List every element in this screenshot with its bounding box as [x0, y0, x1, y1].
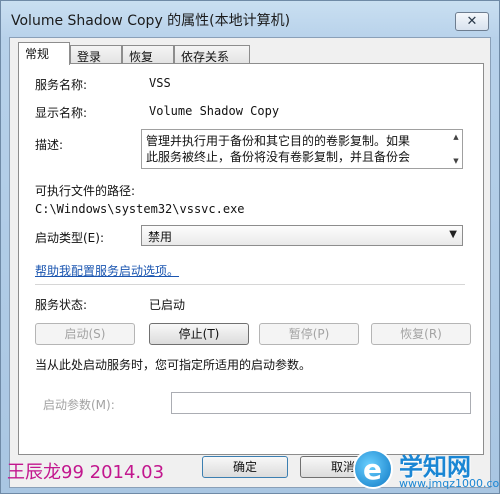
site-watermark: e 学知网 www.jmqz1000.com: [353, 447, 500, 493]
description-line-1: 管理并执行用于备份和其它目的的卷影复制。如果: [146, 134, 411, 148]
param-hint: 当从此处启动服务时，您可指定所适用的启动参数。: [35, 358, 312, 372]
stop-button[interactable]: 停止(T): [149, 323, 249, 345]
exe-path-label: 可执行文件的路径:: [35, 184, 136, 198]
description-text: 管理并执行用于备份和其它目的的卷影复制。如果 此服务被终止，备份将没有卷影复制，…: [146, 133, 446, 165]
resume-button[interactable]: 恢复(R): [371, 323, 471, 345]
close-icon: ✕: [466, 14, 478, 29]
start-params-input[interactable]: [171, 392, 471, 414]
help-link[interactable]: 帮助我配置服务启动选项。: [35, 262, 179, 279]
tab-dependencies[interactable]: 依存关系: [174, 45, 250, 64]
service-status-value: 已启动: [149, 298, 186, 312]
description-line-2: 此服务被终止，备份将没有卷影复制，并且备份会: [146, 150, 411, 164]
scroll-up-icon[interactable]: ▲: [451, 132, 461, 142]
title-bar[interactable]: Volume Shadow Copy 的属性(本地计算机) ✕: [1, 1, 499, 37]
window-title: Volume Shadow Copy 的属性(本地计算机): [11, 13, 291, 29]
scroll-down-icon[interactable]: ▼: [451, 156, 461, 166]
general-panel: 服务名称: VSS 显示名称: Volume Shadow Copy 描述: 管…: [18, 63, 484, 455]
properties-window: Volume Shadow Copy 的属性(本地计算机) ✕ 常规 登录 恢复…: [0, 0, 500, 494]
dialog-client: 常规 登录 恢复 依存关系 服务名称: VSS 显示名称: Volume Sha…: [9, 37, 491, 488]
service-name-value: VSS: [149, 76, 171, 90]
divider: [35, 284, 465, 285]
startup-type-select[interactable]: 禁用 ▼: [141, 225, 463, 246]
param-label: 启动参数(M):: [43, 398, 115, 412]
tab-general[interactable]: 常规: [18, 42, 70, 65]
tab-logon[interactable]: 登录: [70, 45, 122, 64]
exe-path-value: C:\Windows\system32\vssvc.exe: [35, 202, 245, 216]
pause-button[interactable]: 暂停(P): [259, 323, 359, 345]
watermark-url: www.jmqz1000.com: [399, 477, 500, 490]
ok-button[interactable]: 确定: [202, 456, 288, 478]
tab-recovery[interactable]: 恢复: [122, 45, 174, 64]
description-box[interactable]: 管理并执行用于备份和其它目的的卷影复制。如果 此服务被终止，备份将没有卷影复制，…: [141, 129, 463, 169]
author-signature: 王辰龙99 2014.03: [7, 462, 165, 483]
startup-type-label: 启动类型(E):: [35, 231, 104, 245]
display-name-label: 显示名称:: [35, 106, 88, 120]
watermark-logo-icon: e: [353, 449, 393, 489]
service-name-label: 服务名称:: [35, 78, 88, 92]
service-status-label: 服务状态:: [35, 298, 88, 312]
description-label: 描述:: [35, 138, 64, 152]
display-name-value: Volume Shadow Copy: [149, 104, 280, 118]
startup-type-value: 禁用: [148, 230, 173, 244]
start-button[interactable]: 启动(S): [35, 323, 135, 345]
description-scrollbar[interactable]: ▲ ▼: [450, 130, 462, 168]
close-button[interactable]: ✕: [455, 12, 489, 31]
dropdown-arrow-icon: ▼: [449, 229, 457, 240]
